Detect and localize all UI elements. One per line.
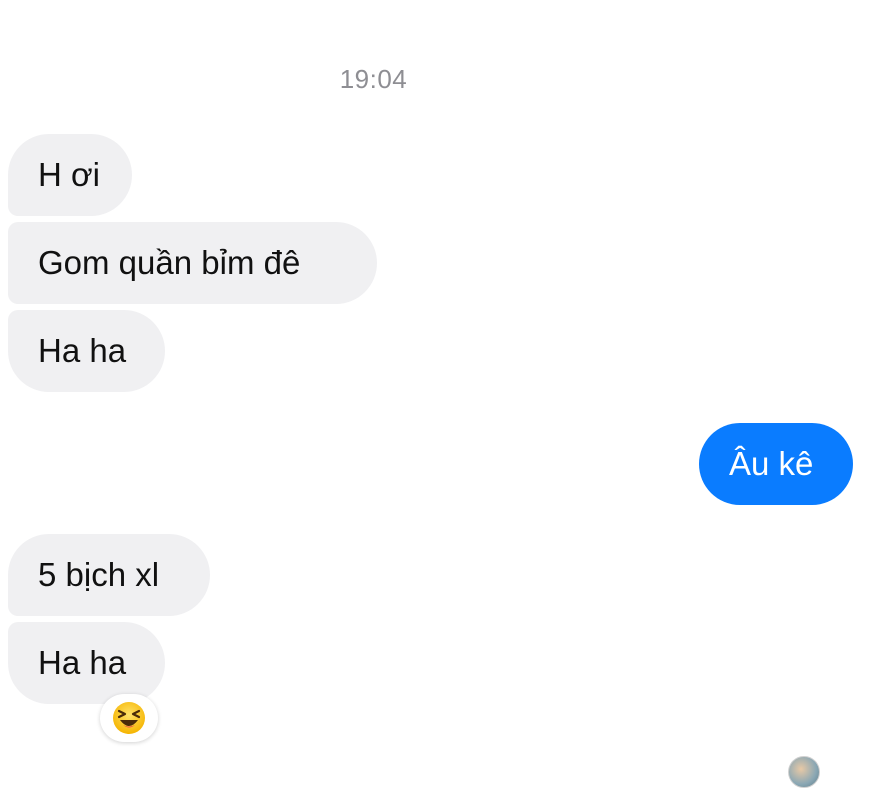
message-timestamp: 19:04: [339, 64, 408, 94]
laughing-squint-emoji-icon: [113, 702, 145, 734]
received-message-bubble[interactable]: Ha ha: [8, 310, 165, 392]
received-message-bubble[interactable]: Gom quần bỉm đê: [8, 222, 377, 304]
seen-avatar-icon: [788, 756, 820, 788]
received-message-bubble[interactable]: H ơi: [8, 134, 132, 216]
received-message-bubble[interactable]: 5 bịch xl: [8, 534, 210, 616]
message-reaction[interactable]: [100, 694, 158, 742]
received-message-bubble[interactable]: Ha ha: [8, 622, 165, 704]
sent-message-bubble[interactable]: Âu kê: [699, 423, 853, 505]
